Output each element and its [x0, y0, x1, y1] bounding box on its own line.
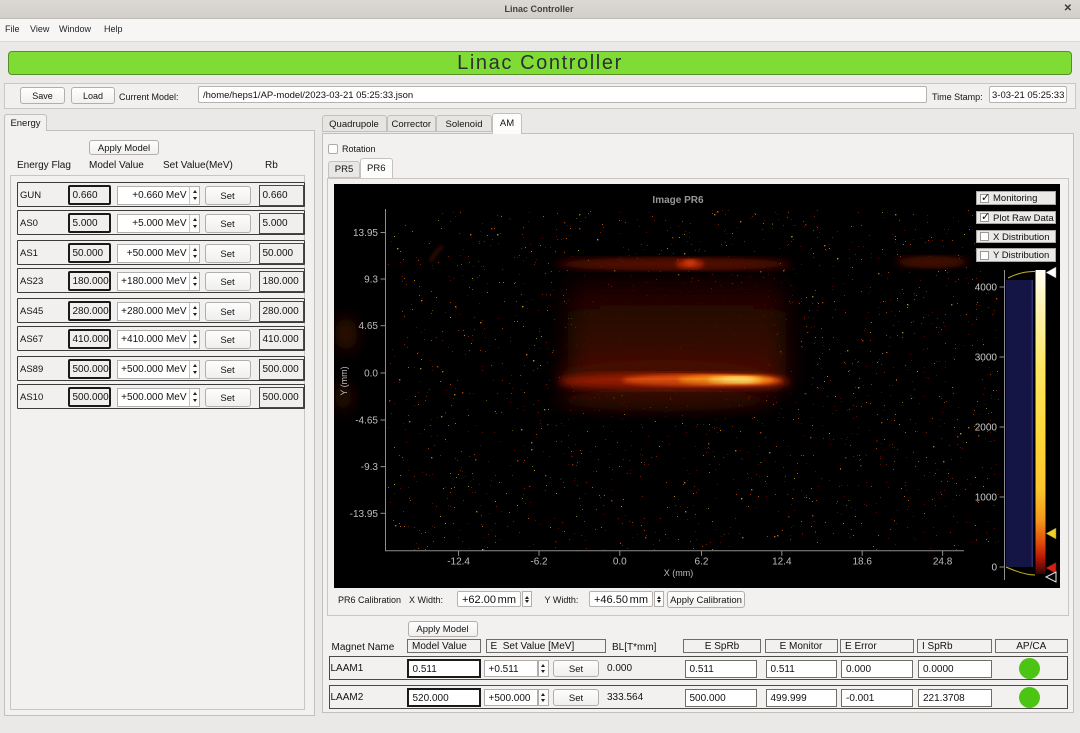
svg-text:6.2: 6.2: [695, 557, 709, 568]
svg-text:0.0: 0.0: [364, 369, 378, 380]
svg-text:Image PR6: Image PR6: [652, 195, 704, 206]
svg-text:18.6: 18.6: [852, 557, 872, 568]
svg-text:1000: 1000: [975, 493, 998, 504]
svg-text:-12.4: -12.4: [447, 557, 470, 568]
svg-text:0: 0: [991, 563, 997, 574]
svg-text:4000: 4000: [975, 283, 998, 294]
svg-text:-9.3: -9.3: [361, 462, 379, 473]
svg-text:X (mm): X (mm): [664, 568, 694, 578]
svg-text:3000: 3000: [975, 353, 998, 364]
svg-text:-13.95: -13.95: [350, 509, 379, 520]
svg-text:9.3: 9.3: [364, 275, 378, 286]
svg-text:0.0: 0.0: [613, 557, 627, 568]
svg-text:13.95: 13.95: [353, 228, 378, 239]
svg-text:-4.65: -4.65: [355, 416, 378, 427]
svg-text:24.8: 24.8: [933, 557, 953, 568]
svg-text:12.4: 12.4: [772, 557, 792, 568]
svg-text:-6.2: -6.2: [530, 557, 548, 568]
svg-text:2000: 2000: [975, 423, 998, 434]
svg-text:Y (mm): Y (mm): [339, 366, 349, 395]
svg-text:4.65: 4.65: [359, 321, 379, 332]
